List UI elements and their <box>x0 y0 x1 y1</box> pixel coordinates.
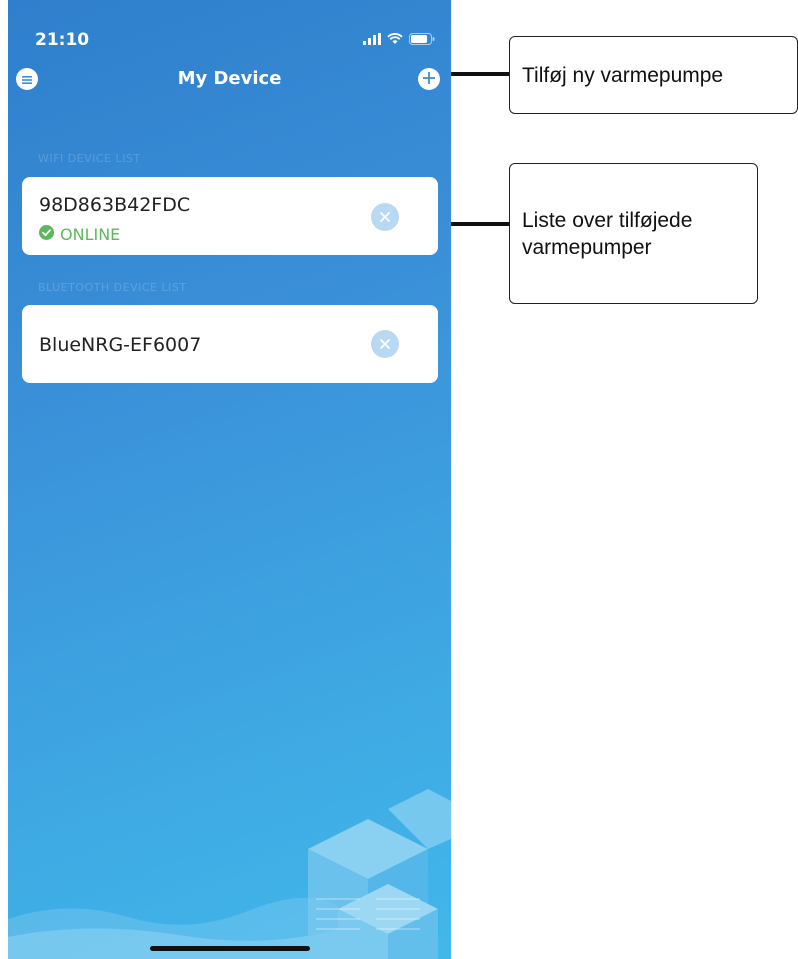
device-name: 98D863B42FDC <box>39 194 191 216</box>
status-bar: 21:10 <box>8 0 451 60</box>
screenshot-stage: 21:10 My Device WIFI DEVICE LIST 98D863B… <box>0 0 798 959</box>
navigation-bar: My Device <box>8 60 451 100</box>
home-indicator[interactable] <box>150 946 310 951</box>
status-text: ONLINE <box>60 225 121 244</box>
callout-list-pumps: Liste over tilføjede varmepumper <box>509 163 758 304</box>
remove-device-button[interactable] <box>371 203 399 231</box>
callout-connector-add <box>451 72 509 76</box>
add-device-button[interactable] <box>418 68 440 90</box>
device-status: ONLINE <box>39 225 120 244</box>
device-name: BlueNRG-EF6007 <box>39 334 202 356</box>
signal-icon <box>363 30 381 49</box>
page-title: My Device <box>177 68 282 89</box>
close-icon <box>379 335 391 354</box>
wifi-device-list-header: WIFI DEVICE LIST <box>38 152 141 165</box>
callout-connector-list <box>451 222 509 226</box>
callout-add-pump-text: Tilføj ny varmepumpe <box>522 63 724 87</box>
close-icon <box>379 208 391 227</box>
status-time: 21:10 <box>35 30 90 50</box>
plus-icon <box>422 70 436 89</box>
wifi-icon <box>387 30 403 49</box>
phone-screen: 21:10 My Device WIFI DEVICE LIST 98D863B… <box>8 0 451 959</box>
callout-list-pumps-text: Liste over tilføjede varmepumper <box>522 208 693 259</box>
status-icons <box>363 30 435 49</box>
building-illustration <box>8 789 451 959</box>
wifi-device-card[interactable]: 98D863B42FDC ONLINE <box>22 177 438 255</box>
check-circle-icon <box>39 225 54 244</box>
battery-icon <box>409 30 435 49</box>
remove-device-button[interactable] <box>371 330 399 358</box>
bluetooth-device-list-header: BLUETOOTH DEVICE LIST <box>38 281 187 294</box>
callout-add-pump: Tilføj ny varmepumpe <box>509 36 798 114</box>
bluetooth-device-card[interactable]: BlueNRG-EF6007 <box>22 305 438 383</box>
